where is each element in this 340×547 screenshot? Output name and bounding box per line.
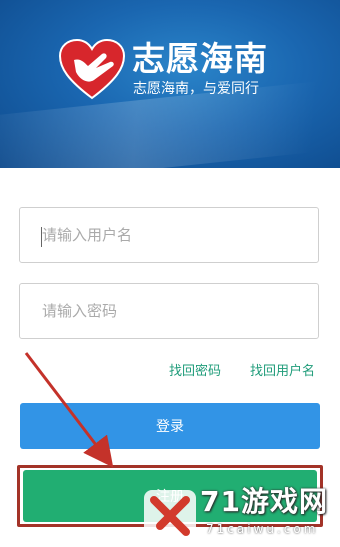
header-banner: 志愿海南 志愿海南，与爱同行 [0, 0, 340, 168]
brand-name: 志愿海南 [132, 39, 268, 78]
watermark-subtext: 71caiwu.com [206, 522, 319, 536]
heart-hand-logo-icon [58, 38, 126, 100]
brand-slogan: 志愿海南，与爱同行 [133, 81, 259, 97]
text-caret [41, 227, 42, 247]
password-input[interactable] [20, 284, 318, 338]
forgot-username-link[interactable]: 找回用户名 [250, 363, 315, 381]
watermark-text: 71游戏网 [200, 485, 328, 518]
forgot-password-link[interactable]: 找回密码 [169, 363, 221, 381]
username-input[interactable] [20, 208, 318, 262]
password-field[interactable] [19, 283, 319, 339]
username-field[interactable] [19, 207, 319, 263]
login-button[interactable]: 登录 [20, 403, 320, 449]
